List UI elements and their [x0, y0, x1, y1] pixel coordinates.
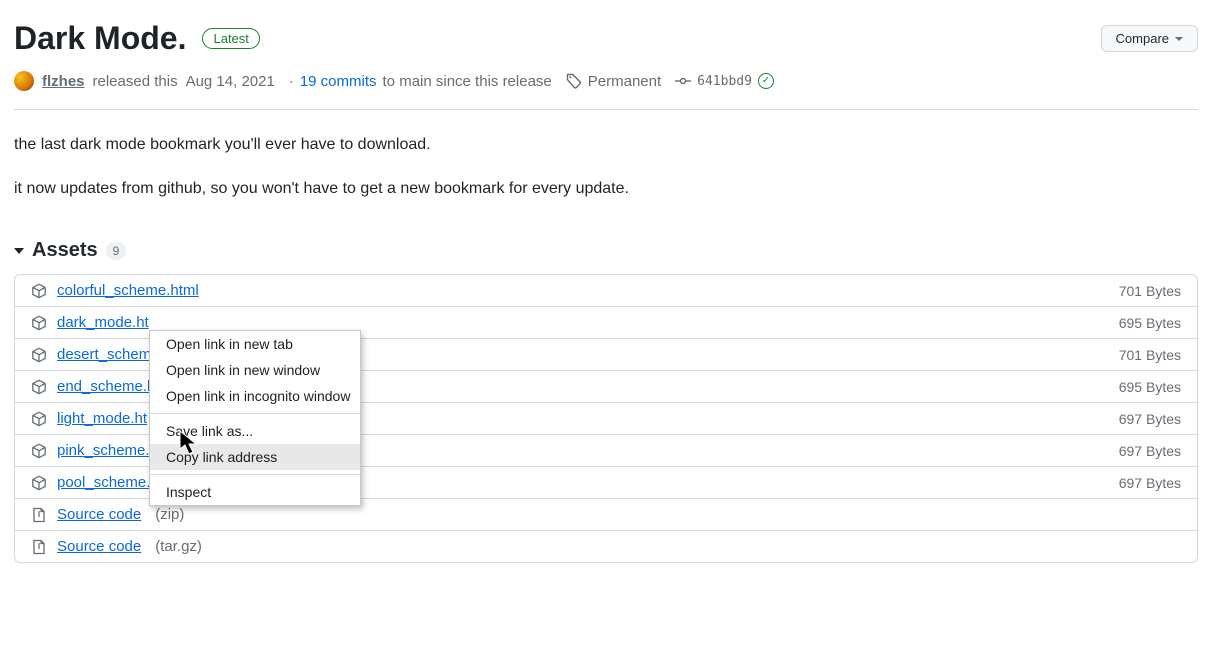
asset-size: 701 Bytes	[1119, 347, 1181, 363]
asset-archive-type: (zip)	[155, 506, 184, 523]
verified-icon: ✓	[758, 73, 774, 89]
context-menu-item[interactable]: Open link in new tab	[150, 331, 360, 357]
chevron-down-icon	[1175, 37, 1183, 41]
tag-group: Permanent	[566, 73, 661, 90]
context-menu: Open link in new tabOpen link in new win…	[149, 330, 361, 506]
context-menu-item[interactable]: Save link as...	[150, 418, 360, 444]
release-date: Aug 14, 2021	[186, 73, 275, 90]
package-icon	[31, 315, 47, 331]
author-link[interactable]: flzhes	[42, 73, 85, 90]
context-menu-separator	[150, 413, 360, 414]
asset-left: Source code (zip)	[31, 506, 184, 523]
file-zip-icon	[31, 539, 47, 555]
latest-badge: Latest	[202, 28, 259, 49]
package-icon	[31, 475, 47, 491]
release-header: Dark Mode. Latest Compare	[14, 20, 1198, 57]
commits-suffix: to main since this release	[383, 73, 552, 90]
asset-row: Source code (tar.gz)	[15, 530, 1197, 562]
asset-left: Source code (tar.gz)	[31, 538, 202, 555]
commits-since: · 19 commits to main since this release	[289, 73, 552, 90]
asset-size: 697 Bytes	[1119, 475, 1181, 491]
assets-heading: Assets	[32, 239, 98, 262]
tag-label: Permanent	[588, 73, 661, 90]
asset-link[interactable]: desert_schem	[57, 346, 151, 363]
asset-link[interactable]: end_scheme.h	[57, 378, 155, 395]
assets-count: 9	[106, 242, 127, 260]
context-menu-item[interactable]: Inspect	[150, 479, 360, 505]
package-icon	[31, 411, 47, 427]
compare-button-label: Compare	[1116, 31, 1169, 46]
commit-icon	[675, 73, 691, 89]
asset-left: light_mode.ht	[31, 410, 147, 427]
description-line-1: the last dark mode bookmark you'll ever …	[14, 132, 1198, 158]
context-menu-separator	[150, 474, 360, 475]
asset-link[interactable]: dark_mode.ht	[57, 314, 149, 331]
package-icon	[31, 443, 47, 459]
asset-size: 701 Bytes	[1119, 283, 1181, 299]
asset-left: desert_schem	[31, 346, 151, 363]
dot-separator: ·	[289, 73, 294, 90]
asset-left: end_scheme.h	[31, 378, 155, 395]
commit-sha[interactable]: 641bbd9	[697, 74, 752, 89]
asset-left: pink_scheme.l	[31, 442, 153, 459]
context-menu-item[interactable]: Open link in new window	[150, 357, 360, 383]
asset-link[interactable]: light_mode.ht	[57, 410, 147, 427]
package-icon	[31, 347, 47, 363]
released-label: released this	[93, 73, 178, 90]
context-menu-item[interactable]: Copy link address	[150, 444, 360, 470]
release-description: the last dark mode bookmark you'll ever …	[14, 132, 1198, 201]
asset-link[interactable]: Source code	[57, 506, 141, 523]
asset-size: 695 Bytes	[1119, 315, 1181, 331]
commit-group: 641bbd9 ✓	[675, 73, 774, 89]
title-group: Dark Mode. Latest	[14, 20, 260, 57]
asset-size: 697 Bytes	[1119, 411, 1181, 427]
package-icon	[31, 379, 47, 395]
avatar[interactable]	[14, 71, 34, 91]
package-icon	[31, 283, 47, 299]
release-meta: flzhes released this Aug 14, 2021 · 19 c…	[14, 71, 1198, 110]
asset-row: colorful_scheme.html 701 Bytes	[15, 275, 1197, 306]
asset-size: 695 Bytes	[1119, 379, 1181, 395]
context-menu-item[interactable]: Open link in incognito window	[150, 383, 360, 409]
assets-toggle[interactable]: Assets 9	[14, 239, 1198, 262]
description-line-2: it now updates from github, so you won't…	[14, 176, 1198, 202]
compare-button[interactable]: Compare	[1101, 25, 1198, 52]
file-zip-icon	[31, 507, 47, 523]
asset-archive-type: (tar.gz)	[155, 538, 202, 555]
asset-link[interactable]: Source code	[57, 538, 141, 555]
tag-icon	[566, 73, 582, 89]
asset-left: dark_mode.ht	[31, 314, 149, 331]
asset-link[interactable]: pink_scheme.l	[57, 442, 153, 459]
commits-link[interactable]: 19 commits	[300, 73, 377, 90]
author-group: flzhes released this Aug 14, 2021	[14, 71, 275, 91]
asset-left: colorful_scheme.html	[31, 282, 199, 299]
asset-size: 697 Bytes	[1119, 443, 1181, 459]
release-title: Dark Mode.	[14, 20, 186, 57]
chevron-down-icon	[14, 248, 24, 254]
asset-link[interactable]: colorful_scheme.html	[57, 282, 199, 299]
